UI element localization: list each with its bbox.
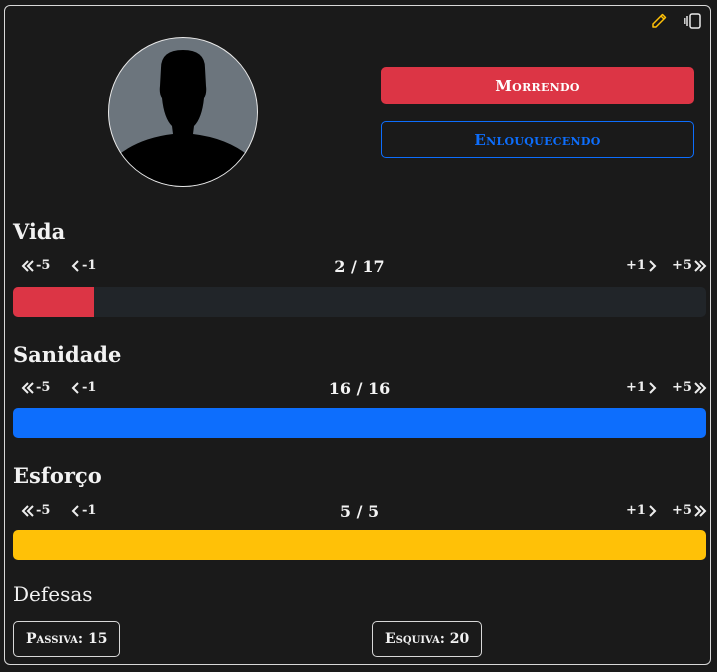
vida-controls: -5 -1 2 / 17 +1 +5	[13, 257, 707, 280]
avatar[interactable]	[108, 37, 258, 187]
sanidade-bar-fill	[13, 408, 706, 438]
insane-button[interactable]: Enlouquecendo	[381, 121, 694, 158]
defesas-title: Defesas	[13, 582, 93, 606]
chevron-right-icon	[649, 381, 657, 394]
chevron-right-icon	[649, 504, 657, 517]
person-silhouette-icon	[117, 50, 249, 186]
character-status-card: Morrendo Enlouquecendo Vida -5 -1 2 / 17…	[4, 5, 711, 665]
plus1-label: +1	[626, 380, 646, 395]
plus5-label: +5	[672, 503, 692, 518]
vida-bar[interactable]	[13, 287, 706, 317]
sanidade-title: Sanidade	[13, 342, 122, 367]
plus1-label: +1	[626, 503, 646, 518]
plus1-label: +1	[626, 258, 646, 273]
header-icons	[650, 12, 702, 30]
double-chevron-right-icon	[694, 504, 707, 517]
esforco-plus5-button[interactable]: +5	[672, 503, 707, 518]
plus5-label: +5	[672, 380, 692, 395]
vida-title: Vida	[13, 219, 66, 244]
esforco-bar[interactable]	[13, 530, 706, 560]
vida-bar-fill	[13, 287, 95, 317]
sanidade-controls: -5 -1 16 / 16 +1 +5	[13, 379, 707, 402]
pencil-icon[interactable]	[650, 12, 668, 30]
esforco-value: 5 / 5	[339, 502, 380, 521]
passive-defense-box[interactable]: Passiva: 15	[13, 621, 121, 657]
double-chevron-right-icon	[694, 381, 707, 394]
vida-plus1-button[interactable]: +1	[626, 258, 657, 273]
double-chevron-right-icon	[694, 259, 707, 272]
dodge-defense-box[interactable]: Esquiva: 20	[372, 621, 483, 657]
sanidade-value: 16 / 16	[328, 379, 391, 398]
sanidade-plus5-button[interactable]: +5	[672, 380, 707, 395]
esforco-controls: -5 -1 5 / 5 +1 +5	[13, 502, 707, 525]
esforco-plus1-button[interactable]: +1	[626, 503, 657, 518]
esforco-bar-fill	[13, 530, 706, 560]
vida-value: 2 / 17	[334, 257, 385, 276]
plus5-label: +5	[672, 258, 692, 273]
esforco-title: Esforço	[13, 463, 102, 488]
dying-button[interactable]: Morrendo	[381, 67, 694, 104]
vida-plus5-button[interactable]: +5	[672, 258, 707, 273]
sanidade-plus1-button[interactable]: +1	[626, 380, 657, 395]
chevron-right-icon	[649, 259, 657, 272]
toggle-view-icon[interactable]	[684, 12, 702, 30]
sanidade-bar[interactable]	[13, 408, 706, 438]
